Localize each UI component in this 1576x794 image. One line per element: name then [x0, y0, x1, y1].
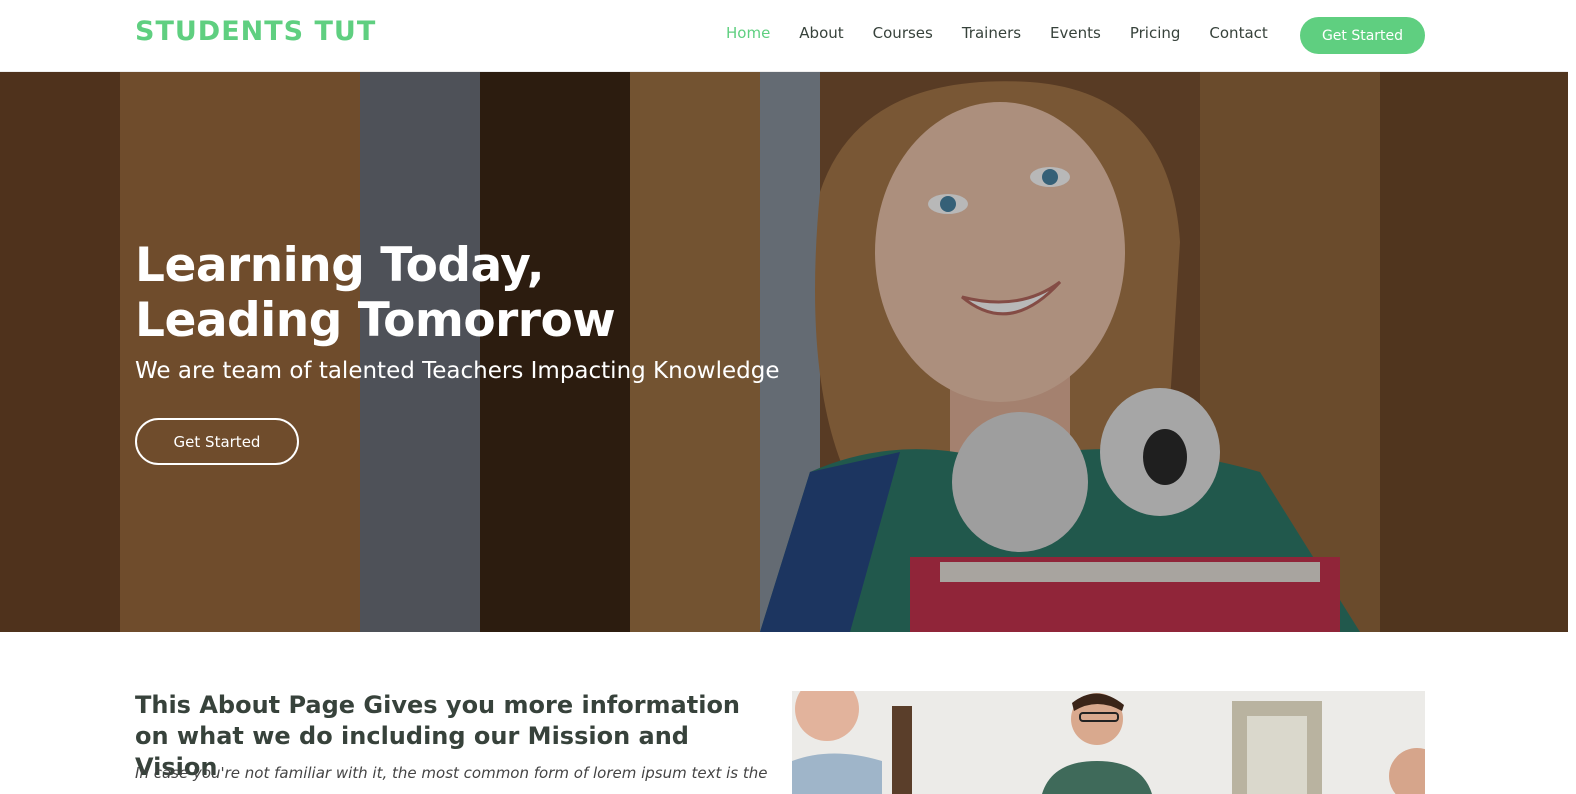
- hero-title-line-2: Leading Tomorrow: [135, 293, 616, 348]
- about-text: In case you're not familiar with it, the…: [135, 764, 768, 782]
- nav-home[interactable]: Home: [726, 24, 770, 42]
- hero-section: Learning Today, Leading Tomorrow We are …: [0, 72, 1568, 632]
- nav-trainers[interactable]: Trainers: [962, 24, 1021, 42]
- header-get-started-button[interactable]: Get Started: [1300, 17, 1425, 54]
- hero-overlay: [0, 72, 1568, 632]
- hero-title: Learning Today, Leading Tomorrow: [135, 238, 616, 348]
- nav-about[interactable]: About: [799, 24, 843, 42]
- nav-events[interactable]: Events: [1050, 24, 1101, 42]
- about-team-image: [792, 691, 1425, 794]
- site-header: STUDENTS TUT Home About Courses Trainers…: [0, 0, 1568, 72]
- hero-title-line-1: Learning Today,: [135, 238, 545, 293]
- nav-courses[interactable]: Courses: [873, 24, 933, 42]
- main-nav: Home About Courses Trainers Events Prici…: [726, 24, 1297, 42]
- site-logo[interactable]: STUDENTS TUT: [135, 16, 376, 47]
- nav-contact[interactable]: Contact: [1209, 24, 1267, 42]
- hero-get-started-button[interactable]: Get Started: [135, 418, 299, 465]
- nav-pricing[interactable]: Pricing: [1130, 24, 1181, 42]
- hero-subtitle: We are team of talented Teachers Impacti…: [135, 358, 780, 384]
